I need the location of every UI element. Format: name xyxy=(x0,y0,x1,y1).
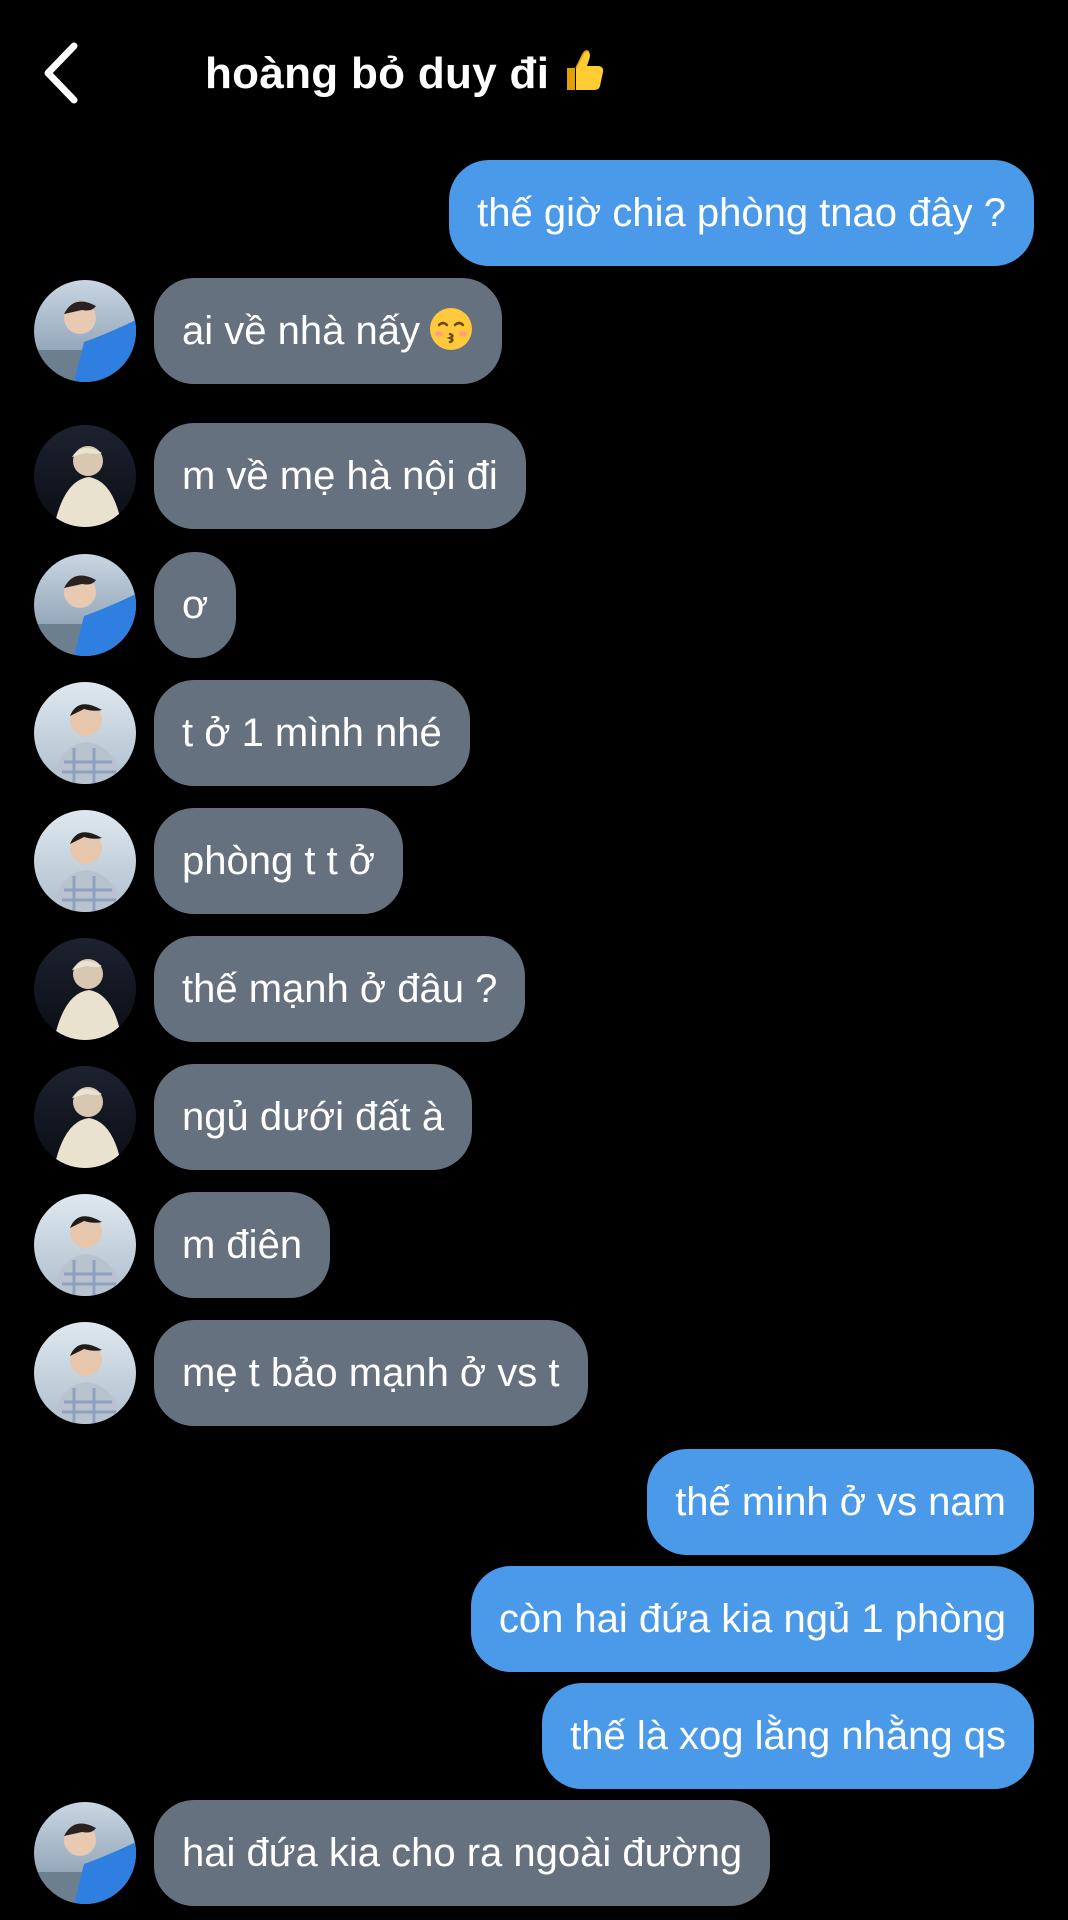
incoming-message-bubble[interactable]: phòng t t ở xyxy=(154,808,404,914)
incoming-message-bubble[interactable]: ơ xyxy=(154,552,237,658)
outgoing-message-bubble[interactable]: thế là xog lằng nhằng qs xyxy=(542,1683,1034,1789)
avatar-white-cloak[interactable] xyxy=(34,425,136,527)
back-button[interactable] xyxy=(40,38,90,108)
avatar-white-cloak[interactable] xyxy=(34,1066,136,1168)
conversation-title-text: hoàng bỏ duy đi xyxy=(205,49,550,98)
outgoing-message-row: thế giờ chia phòng tnao đây ? xyxy=(0,160,1068,266)
incoming-message-row: m về mẹ hà nội đi xyxy=(0,423,1068,529)
message-text: thế là xog lằng nhằng qs xyxy=(570,1714,1006,1758)
outgoing-message-bubble[interactable]: thế giờ chia phòng tnao đây ? xyxy=(449,160,1034,266)
avatar-blue-jacket[interactable] xyxy=(34,554,136,656)
avatar-white-cloak[interactable] xyxy=(34,938,136,1040)
message-text: hai đứa kia cho ra ngoài đường xyxy=(182,1831,743,1875)
outgoing-message-bubble[interactable]: thế minh ở vs nam xyxy=(647,1449,1034,1555)
incoming-message-bubble[interactable]: ngủ dưới đất à xyxy=(154,1064,473,1170)
incoming-message-row: m điên xyxy=(0,1192,1068,1298)
incoming-message-row: phòng t t ở xyxy=(0,808,1068,914)
message-text: còn hai đứa kia ngủ 1 phòng xyxy=(498,1597,1006,1641)
thumbs-up-icon xyxy=(559,46,607,105)
outgoing-message-row: thế minh ở vs nam xyxy=(0,1449,1068,1555)
incoming-message-bubble[interactable]: hai đứa kia cho ra ngoài đường xyxy=(154,1800,771,1906)
avatar-plaid-shirt[interactable] xyxy=(34,682,136,784)
incoming-message-bubble[interactable]: m về mẹ hà nội đi xyxy=(154,423,526,529)
message-text: mẹ t bảo mạnh ở vs t xyxy=(182,1351,560,1395)
message-text: thế giờ chia phòng tnao đây ? xyxy=(477,191,1006,235)
chevron-left-icon xyxy=(44,42,78,104)
chat-header: hoàng bỏ duy đi xyxy=(0,0,1068,150)
incoming-message-bubble[interactable]: t ở 1 mình nhé xyxy=(154,680,470,786)
avatar-blue-jacket[interactable] xyxy=(34,1802,136,1904)
outgoing-message-row: còn hai đứa kia ngủ 1 phòng xyxy=(0,1566,1068,1672)
avatar-plaid-shirt[interactable] xyxy=(34,1322,136,1424)
incoming-message-bubble[interactable]: m điên xyxy=(154,1192,331,1298)
kissing-face-icon xyxy=(428,286,474,392)
avatar-plaid-shirt[interactable] xyxy=(34,810,136,912)
message-text: thế mạnh ở đâu ? xyxy=(182,967,498,1011)
avatar-blue-jacket[interactable] xyxy=(34,280,136,382)
outgoing-message-bubble[interactable]: còn hai đứa kia ngủ 1 phòng xyxy=(470,1566,1034,1672)
message-text: t ở 1 mình nhé xyxy=(182,711,442,755)
message-text: phòng t t ở xyxy=(182,839,376,883)
avatar-plaid-shirt[interactable] xyxy=(34,1194,136,1296)
incoming-message-bubble[interactable]: thế mạnh ở đâu ? xyxy=(154,936,526,1042)
incoming-message-bubble[interactable]: mẹ t bảo mạnh ở vs t xyxy=(154,1320,588,1426)
message-text: m về mẹ hà nội đi xyxy=(182,454,498,498)
incoming-message-row: ngủ dưới đất à xyxy=(0,1064,1068,1170)
message-text: ngủ dưới đất à xyxy=(182,1095,445,1139)
outgoing-message-row: thế là xog lằng nhằng qs xyxy=(0,1683,1068,1789)
message-text: m điên xyxy=(182,1223,303,1267)
incoming-message-row: ơ xyxy=(0,552,1068,658)
incoming-message-row: thế mạnh ở đâu ? xyxy=(0,936,1068,1042)
incoming-message-row: mẹ t bảo mạnh ở vs t xyxy=(0,1320,1068,1426)
message-text: thế minh ở vs nam xyxy=(675,1480,1006,1524)
message-text: ơ xyxy=(182,583,209,627)
incoming-message-bubble[interactable]: ai về nhà nấy xyxy=(154,278,502,384)
incoming-message-row: hai đứa kia cho ra ngoài đường xyxy=(0,1800,1068,1906)
incoming-message-row: ai về nhà nấy xyxy=(0,278,1068,384)
conversation-title[interactable]: hoàng bỏ duy đi xyxy=(205,46,607,105)
message-text: ai về nhà nấy xyxy=(182,309,420,353)
incoming-message-row: t ở 1 mình nhé xyxy=(0,680,1068,786)
